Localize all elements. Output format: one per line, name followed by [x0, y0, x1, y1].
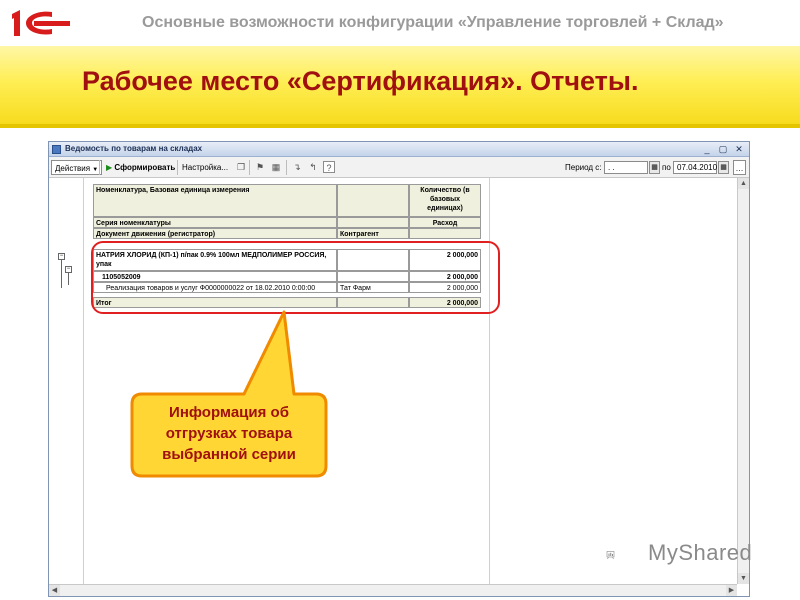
calendar-icon[interactable]: ▦ [718, 161, 729, 174]
toolbar: Действия ▼ ▶ Сформировать Настройка... ❐… [49, 157, 749, 178]
play-icon: ▶ [106, 163, 113, 172]
period-from-input[interactable]: . . [604, 161, 648, 174]
period-to-label: по [662, 163, 671, 172]
header-document: Документ движения (регистратор) [93, 228, 337, 239]
tree-line [61, 260, 62, 288]
title-band-underline [0, 124, 800, 128]
report-icon [52, 145, 61, 154]
period-from-label: Период с: [565, 163, 602, 172]
vertical-scrollbar[interactable]: ▲ ▼ [737, 178, 749, 584]
window-titlebar[interactable]: Ведомость по товарам на складах _ ▢ ✕ [49, 142, 749, 157]
actions-menu-button[interactable]: Действия ▼ [51, 160, 103, 175]
collapse-icon[interactable]: ↰ [307, 161, 319, 173]
tree-line [68, 273, 69, 285]
scroll-down-icon[interactable]: ▼ [738, 573, 749, 584]
header-partner: Контрагент [337, 228, 409, 239]
report-area[interactable]: − − Номенклатура, Базовая единица измере… [49, 178, 737, 584]
scroll-up-icon[interactable]: ▲ [738, 178, 749, 189]
chevron-down-icon: ▼ [92, 167, 99, 173]
toolbar-separator [249, 160, 250, 175]
generate-label: Сформировать [114, 163, 176, 172]
highlight-frame [91, 241, 500, 314]
help-icon[interactable]: ? [323, 161, 335, 173]
calendar-icon[interactable]: ▦ [649, 161, 660, 174]
window-title: Ведомость по товарам на складах [65, 144, 203, 153]
scroll-left-icon[interactable]: ◀ [49, 585, 60, 596]
tree-collapse-icon[interactable]: − [58, 253, 65, 260]
expand-icon[interactable]: ↴ [291, 161, 303, 173]
toolbar-separator [177, 160, 178, 175]
toolbar-separator [99, 160, 100, 175]
scroll-right-icon[interactable]: ▶ [726, 585, 737, 596]
toolbar-separator [286, 160, 287, 175]
header-expense: Расход [409, 217, 481, 228]
horizontal-scrollbar[interactable]: ◀ ▶ [49, 584, 737, 596]
header-empty [409, 228, 481, 239]
header-nomenclature: Номенклатура, Базовая единица измерения [93, 184, 337, 217]
header-quantity: Количество (в базовых единицах) [409, 184, 481, 217]
header-series: Серия номенклатуры [93, 217, 337, 228]
header-empty [337, 217, 409, 228]
watermark-text: MyShared [648, 540, 753, 565]
grid-icon[interactable]: ▦ [270, 161, 282, 173]
logo-1c [6, 6, 72, 40]
maximize-icon[interactable]: ▢ [717, 143, 729, 155]
grid-line [489, 178, 490, 584]
callout-text: Информация об отгрузках товара выбранной… [162, 404, 296, 463]
period-select-button[interactable]: … [733, 160, 746, 175]
report-window: Ведомость по товарам на складах _ ▢ ✕ Де… [48, 141, 750, 597]
grid-line [83, 178, 84, 584]
slide-title: Рабочее место «Сертификация». Отчеты. [82, 66, 639, 96]
minimize-icon[interactable]: _ [701, 143, 713, 155]
copy-icon[interactable]: ❐ [235, 161, 247, 173]
tree-collapse-icon[interactable]: − [65, 266, 72, 273]
period-to-input[interactable]: 07.04.2010 [673, 161, 717, 174]
close-icon[interactable]: ✕ [733, 143, 745, 155]
generate-button[interactable]: ▶ Сформировать [103, 160, 178, 175]
slide: Основные возможности конфигурации «Управ… [0, 0, 800, 600]
myshared-logo-icon [606, 551, 615, 560]
actions-label: Действия [55, 164, 91, 173]
header-title: Основные возможности конфигурации «Управ… [142, 14, 724, 31]
header-empty [337, 184, 409, 217]
settings-button[interactable]: Настройка... [179, 160, 231, 175]
filter-icon[interactable]: ⚑ [254, 161, 266, 173]
